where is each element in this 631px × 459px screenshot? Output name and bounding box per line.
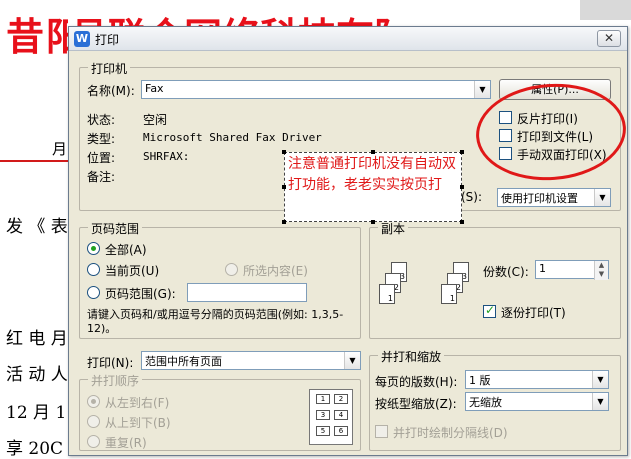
- dialog-title: 打印: [95, 33, 120, 47]
- page-range-group-title: 页码范围: [88, 220, 143, 237]
- document-line-4: 12 月 1: [6, 403, 67, 423]
- selection-handle: [282, 185, 286, 189]
- pages-per-sheet-label: 每页的版数(H):: [375, 375, 458, 389]
- scale-value: 无缩放: [469, 396, 502, 409]
- repeat-label: 重复(R): [105, 436, 147, 450]
- selection-handle: [371, 150, 375, 154]
- copies-group-title: 副本: [378, 220, 409, 237]
- copies-group: 副本: [369, 220, 621, 339]
- wps-writer-icon: W: [74, 31, 90, 47]
- order-cell: 6: [334, 426, 348, 436]
- annotation-note: 注意普通打印机没有自动双打功能，老老实实按页打: [284, 152, 462, 222]
- page-range-input[interactable]: [187, 283, 307, 302]
- document-line-1: 发 《 表: [6, 217, 68, 237]
- page-icon: 1: [441, 284, 457, 304]
- status-label: 状态:: [87, 113, 116, 127]
- document-line-5: 享 20C: [6, 439, 64, 459]
- page-icon: 1: [379, 284, 395, 304]
- repeat-radio[interactable]: [87, 435, 100, 448]
- copies-count-label: 份数(C):: [483, 265, 529, 279]
- print-what-select[interactable]: 范围中所有页面 ▼: [141, 351, 361, 370]
- all-pages-label: 全部(A): [105, 243, 147, 257]
- left-to-right-label: 从左到右(F): [105, 396, 170, 410]
- left-to-right-radio[interactable]: [87, 395, 100, 408]
- document-line-2: 红 电 月: [6, 329, 68, 349]
- print-order-group-title: 并打顺序: [88, 372, 143, 389]
- zoom-group-title: 并打和缩放: [378, 348, 445, 365]
- selection-radio[interactable]: [225, 263, 238, 276]
- order-cell: 5: [316, 426, 330, 436]
- printer-name-value: Fax: [145, 82, 164, 95]
- printer-group-title: 打印机: [88, 60, 131, 77]
- order-preview: 1 2 3 4 5 6: [309, 389, 353, 445]
- page-range-label: 页码范围(G):: [105, 287, 176, 301]
- print-what-label: 打印(N):: [87, 356, 134, 370]
- current-page-radio[interactable]: [87, 263, 100, 276]
- spinner-arrows-icon[interactable]: ▲ ▼: [594, 261, 608, 280]
- location-value: SHRFAX:: [143, 150, 190, 163]
- pages-per-sheet-value: 1 版: [469, 374, 491, 387]
- chevron-down-icon: ▼: [592, 393, 608, 410]
- close-button[interactable]: ✕: [597, 30, 621, 47]
- selection-handle: [460, 150, 464, 154]
- status-value: 空闲: [143, 113, 168, 127]
- print-what-value: 范围中所有页面: [145, 355, 222, 368]
- type-label: 类型:: [87, 132, 116, 146]
- comment-label: 备注:: [87, 170, 116, 184]
- location-label: 位置:: [87, 151, 116, 165]
- selection-handle: [282, 150, 286, 154]
- current-page-label: 当前页(U): [105, 264, 160, 278]
- printer-name-label: 名称(M):: [87, 84, 135, 98]
- selection-label: 所选内容(E): [243, 264, 308, 278]
- divider-checkbox[interactable]: [375, 425, 388, 438]
- scale-label: 按纸型缩放(Z):: [375, 397, 457, 411]
- document-title: 昔阳: [6, 14, 68, 59]
- scale-select[interactable]: 无缩放 ▼: [465, 392, 609, 411]
- order-cell: 2: [334, 394, 348, 404]
- paper-source-value: 使用打印机设置: [501, 192, 578, 205]
- paper-source-select[interactable]: 使用打印机设置 ▼: [497, 188, 611, 207]
- order-cell: 1: [316, 394, 330, 404]
- chevron-down-icon: ▼: [592, 371, 608, 388]
- collate-checkbox[interactable]: [483, 303, 496, 318]
- paper-source-label: (S):: [461, 190, 483, 204]
- selection-handle: [282, 220, 286, 224]
- pages-per-sheet-select[interactable]: 1 版 ▼: [465, 370, 609, 389]
- type-value: Microsoft Shared Fax Driver: [143, 131, 322, 144]
- chevron-down-icon: ▼: [474, 81, 490, 98]
- chevron-down-icon: ▼: [344, 352, 360, 369]
- printer-name-select[interactable]: Fax ▼: [141, 80, 491, 99]
- chevron-down-icon: ▼: [594, 189, 610, 206]
- all-pages-radio[interactable]: [87, 242, 100, 255]
- document-line-3: 活 动 人: [6, 365, 68, 385]
- selection-handle: [460, 220, 464, 224]
- order-cell: 4: [334, 410, 348, 420]
- document-title-cut: 县联合网络科技有限公司: [70, 6, 390, 26]
- divider-label: 并打时绘制分隔线(D): [393, 426, 508, 440]
- selection-handle: [460, 185, 464, 189]
- dialog-titlebar[interactable]: W 打印 ✕: [69, 27, 627, 51]
- top-to-bottom-label: 从上到下(B): [105, 416, 171, 430]
- document-red-line: [0, 160, 70, 162]
- order-cell: 3: [316, 410, 330, 420]
- page-range-hint: 请键入页码和/或用逗号分隔的页码范围(例如: 1,3,5-12)。: [87, 308, 344, 335]
- document-margin: [580, 0, 631, 20]
- selection-handle: [371, 220, 375, 224]
- page-range-radio[interactable]: [87, 286, 100, 299]
- copies-count-value: 1: [539, 262, 546, 275]
- document-fragment: 月: [52, 140, 68, 158]
- collate-label: 逐份打印(T): [501, 306, 566, 320]
- top-to-bottom-radio[interactable]: [87, 415, 100, 428]
- copies-count-input[interactable]: 1 ▲ ▼: [535, 260, 609, 280]
